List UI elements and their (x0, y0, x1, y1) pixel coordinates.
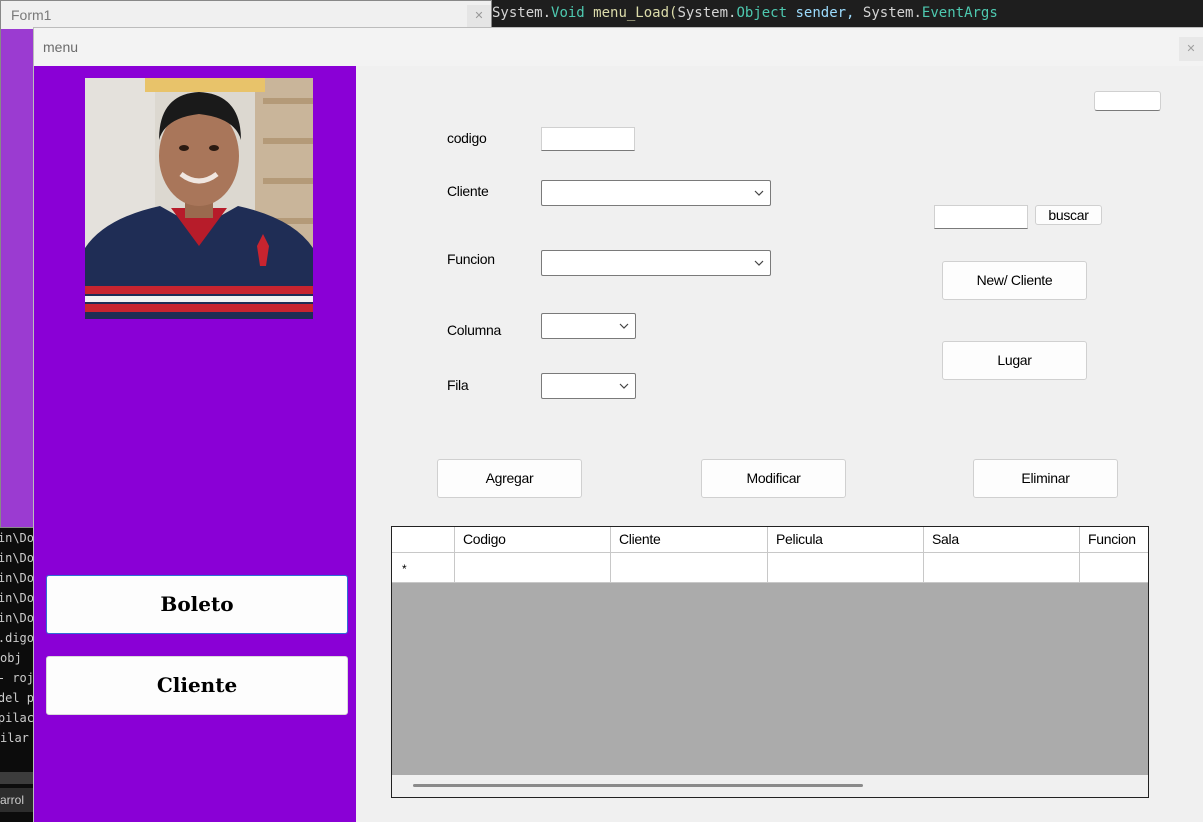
user-photo (85, 78, 313, 319)
new-cliente-button[interactable]: New/ Cliente (942, 261, 1087, 300)
terminal-line: del p (0, 691, 34, 705)
fila-select[interactable] (541, 373, 636, 399)
terminal-line: ilar (0, 731, 29, 745)
chevron-down-icon (619, 383, 629, 389)
top-right-field[interactable] (1094, 91, 1161, 111)
cliente-label: Cliente (447, 183, 489, 199)
chevron-down-icon (619, 323, 629, 329)
chevron-down-icon (754, 190, 764, 196)
grid-header-sala[interactable]: Sala (924, 527, 1080, 553)
terminal-line: roj - (0, 671, 34, 685)
data-grid[interactable]: Codigo Cliente Pelicula Sala Funcion * (391, 526, 1149, 798)
background-terminal: in\Do in\Do in\Do in\Do in\Do digo. obj … (0, 528, 34, 822)
menu-titlebar[interactable]: menu ✕ (34, 28, 1203, 66)
eliminar-button[interactable]: Eliminar (973, 459, 1118, 498)
terminal-line: obj (0, 651, 22, 665)
fila-label: Fila (447, 377, 469, 393)
columna-label: Columna (447, 322, 501, 338)
search-input[interactable] (934, 205, 1028, 229)
grid-header-cliente[interactable]: Cliente (611, 527, 768, 553)
modificar-button[interactable]: Modificar (701, 459, 846, 498)
lugar-button[interactable]: Lugar (942, 341, 1087, 380)
terminal-line: pilac (0, 711, 34, 725)
grid-header-codigo[interactable]: Codigo (455, 527, 611, 553)
window-title: menu (43, 39, 79, 55)
background-code-line: System.Void menu_Load(System.Object send… (492, 0, 1203, 26)
table-cell[interactable] (924, 553, 1080, 583)
terminal-line: in\Do (0, 591, 34, 605)
cliente-select[interactable] (541, 180, 771, 206)
user-photo-image (85, 78, 313, 319)
menu-window: menu ✕ Boleto Cliente codigo Cliente Fun… (33, 27, 1203, 822)
table-cell[interactable] (1080, 553, 1148, 583)
form1-close-button[interactable]: ✕ (467, 5, 491, 27)
terminal-scrollbar[interactable] (0, 772, 34, 784)
horizontal-scrollbar[interactable] (392, 775, 1148, 797)
codigo-label: codigo (447, 130, 487, 146)
terminal-tab[interactable]: arrol (0, 788, 34, 812)
grid-header-funcion[interactable]: Funcion (1080, 527, 1148, 553)
scrollbar-thumb[interactable] (413, 784, 863, 787)
close-button[interactable]: ✕ (1179, 37, 1203, 61)
new-row-marker: * (392, 553, 455, 583)
terminal-line: in\Do (0, 551, 34, 565)
table-cell[interactable] (768, 553, 924, 583)
boleto-button[interactable]: Boleto (46, 575, 348, 634)
chevron-down-icon (754, 260, 764, 266)
grid-header-pelicula[interactable]: Pelicula (768, 527, 924, 553)
terminal-line: in\Do (0, 611, 34, 625)
funcion-select[interactable] (541, 250, 771, 276)
grid-header-row: Codigo Cliente Pelicula Sala Funcion (392, 527, 1148, 553)
cliente-nav-button[interactable]: Cliente (46, 656, 348, 715)
grid-header-rowselector (392, 527, 455, 553)
terminal-line: in\Do (0, 531, 34, 545)
table-cell[interactable] (455, 553, 611, 583)
form1-titlebar[interactable]: Form1 ✕ (1, 1, 491, 29)
table-cell[interactable] (611, 553, 768, 583)
agregar-button[interactable]: Agregar (437, 459, 582, 498)
main-panel: codigo Cliente Funcion Columna Fila busc… (356, 66, 1203, 822)
codigo-input[interactable] (541, 127, 635, 151)
columna-select[interactable] (541, 313, 636, 339)
buscar-button[interactable]: buscar (1035, 205, 1102, 225)
table-row[interactable]: * (392, 553, 1148, 583)
funcion-label: Funcion (447, 251, 495, 267)
terminal-line: in\Do (0, 571, 34, 585)
sidebar: Boleto Cliente (34, 66, 356, 822)
terminal-line: digo. (0, 631, 34, 645)
form1-title: Form1 (11, 7, 52, 23)
